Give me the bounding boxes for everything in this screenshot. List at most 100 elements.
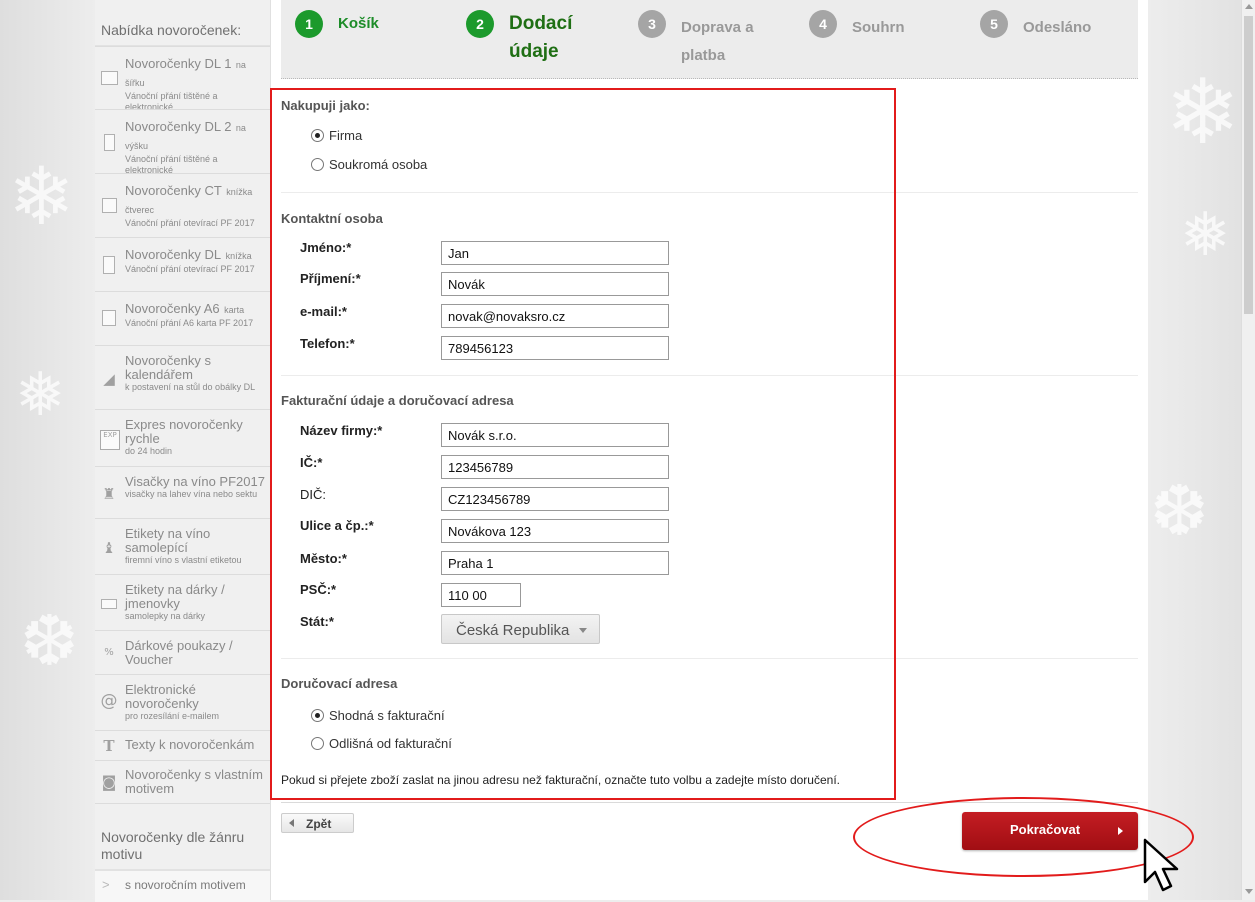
express-icon: EXP xyxy=(100,430,120,450)
radio-dot[interactable] xyxy=(311,158,324,171)
sidebar-item-a6[interactable]: Novoročenky A6 karta Vánoční přání A6 kar… xyxy=(95,291,270,346)
step-number: 4 xyxy=(809,10,837,38)
vertical-scrollbar[interactable] xyxy=(1241,0,1255,900)
city-label: Město:* xyxy=(300,551,347,566)
back-button-label: Zpět xyxy=(306,817,332,831)
delivery-note: Pokud si přejete zboží zaslat na jinou a… xyxy=(281,773,840,787)
sidebar-item-own-motive[interactable]: ◙ Novoročenky s vlastním motivem xyxy=(95,760,270,804)
radio-label: Soukromá osoba xyxy=(329,157,428,172)
street-field[interactable] xyxy=(441,519,669,543)
country-select[interactable]: Česká Republika xyxy=(441,614,600,644)
desk-calendar-icon: ◢ xyxy=(103,370,115,388)
sidebar-item-desc: k postavení na stůl do obálky DL xyxy=(125,382,256,392)
company-name-field[interactable] xyxy=(441,423,669,447)
company-name-label: Název firmy:* xyxy=(300,423,383,438)
sidebar-item-texts[interactable]: T Texty k novoročenkám xyxy=(95,730,270,761)
phone-label: Telefon:* xyxy=(300,336,355,351)
sidebar: Nabídka novoročenek: Novoročenky DL 1 na… xyxy=(95,0,271,902)
camera-icon: ◙ xyxy=(101,773,117,791)
wine-label-icon: ♝ xyxy=(102,539,116,557)
sidebar-item-label: Novoročenky DL 1 xyxy=(125,56,232,71)
sidebar-item-gift-labels[interactable]: Etikety na dárky / jmenovky samolepky na … xyxy=(95,574,270,631)
phone-field[interactable] xyxy=(441,336,669,360)
checkout-steps: 1 Košík 2 Dodací údaje 3 Doprava a platb… xyxy=(281,0,1138,79)
first-name-field[interactable] xyxy=(441,241,669,265)
sidebar-item-label: Expres novoročenky rychle xyxy=(125,417,243,446)
continue-button-label: Pokračovat xyxy=(1009,822,1081,837)
dic-label: DIČ: xyxy=(300,487,326,502)
back-button[interactable]: Zpět xyxy=(281,813,354,833)
radio-label: Odlišná od fakturační xyxy=(329,736,452,751)
sidebar-item-label: Visačky na víno PF2017 xyxy=(125,474,265,489)
sidebar-item-tag: karta xyxy=(224,305,245,315)
a6-card-icon xyxy=(100,310,118,328)
sidebar-item-wine-labels[interactable]: ♝ Etikety na víno samolepící firemní víno… xyxy=(95,518,270,575)
zip-field[interactable] xyxy=(441,583,521,607)
sidebar-item-label: Novoročenky CT xyxy=(125,183,222,198)
sidebar-item-label: Novoročenky DL xyxy=(125,247,222,262)
sidebar-item-label: s novoročním motivem xyxy=(125,878,246,892)
step-number: 1 xyxy=(295,10,323,38)
ico-field[interactable] xyxy=(441,455,669,479)
mouse-pointer-icon xyxy=(1143,838,1179,892)
sidebar-item-new-year-motive[interactable]: > s novoročním motivem xyxy=(95,869,270,902)
step-label: Souhrn xyxy=(852,19,905,36)
sidebar-item-dl-booklet[interactable]: Novoročenky DL knížka Vánoční přání oteví… xyxy=(95,237,270,292)
last-name-label: Příjmení:* xyxy=(300,271,361,286)
sidebar-item-voucher[interactable]: % Dárkové poukazy / Voucher xyxy=(95,630,270,675)
sidebar-item-label: Novoročenky DL 2 xyxy=(125,119,232,134)
sidebar-item-wine-tags[interactable]: ♜ Visačky na víno PF2017 visačky na lahev… xyxy=(95,466,270,519)
scroll-up-icon[interactable] xyxy=(1245,4,1253,9)
sidebar-item-desc: Vánoční přání otevírací PF 2017 xyxy=(125,264,255,274)
delivery-section-title: Doručovací adresa xyxy=(281,676,398,691)
chevron-right-icon: > xyxy=(102,877,110,892)
sidebar-item-desc: Vánoční přání otevírací PF 2017 xyxy=(125,218,255,228)
at-sign-icon: @ xyxy=(100,691,118,711)
square-booklet-icon xyxy=(100,198,118,216)
ico-label: IČ:* xyxy=(300,455,323,470)
sidebar-item-express[interactable]: EXP Expres novoročenky rychle do 24 hodin xyxy=(95,409,270,467)
arrow-right-icon xyxy=(1118,827,1123,835)
card-landscape-icon xyxy=(100,71,118,89)
sidebar-item-label: Novoročenky A6 xyxy=(125,301,220,316)
radio-label: Firma xyxy=(329,128,363,143)
sidebar-item-desc: Vánoční přání A6 karta PF 2017 xyxy=(125,318,254,328)
first-name-label: Jméno:* xyxy=(300,240,352,255)
scrollbar-thumb[interactable] xyxy=(1244,16,1253,314)
snowflake-decoration: ❆ xyxy=(1150,470,1209,552)
radio-dot[interactable] xyxy=(311,709,324,722)
section-divider xyxy=(281,375,1138,376)
sidebar-item-desc: do 24 hodin xyxy=(125,446,173,456)
sidebar-item-label: Novoročenky s vlastním motivem xyxy=(125,767,263,796)
sidebar-item-electronic[interactable]: @ Elektronické novoročenky pro rozesílání… xyxy=(95,674,270,731)
sidebar-item-desc: firemní víno s vlastní etiketou xyxy=(125,555,242,565)
country-label: Stát:* xyxy=(300,614,334,629)
zip-label: PSČ:* xyxy=(300,582,337,597)
sidebar-item-dl2[interactable]: Novoročenky DL 2 na výšku Vánoční přání t… xyxy=(95,109,270,175)
sidebar-item-calendar[interactable]: ◢ Novoročenky s kalendářem k postavení na… xyxy=(95,345,270,410)
dic-field[interactable] xyxy=(441,487,669,511)
radio-dot[interactable] xyxy=(311,129,324,142)
sidebar-item-tag: knížka xyxy=(225,251,252,261)
step-label: Košík xyxy=(338,15,379,32)
sidebar-title: Nabídka novoročenek: xyxy=(95,0,270,47)
sidebar-section-title: Novoročenky dle žánru motivu xyxy=(101,829,245,862)
continue-button[interactable]: Pokračovat xyxy=(962,812,1138,850)
street-label: Ulice a čp.:* xyxy=(300,518,374,533)
sidebar-item-label: Etikety na dárky / jmenovky xyxy=(125,582,225,611)
sidebar-item-dl1[interactable]: Novoročenky DL 1 na šířku Vánoční přání t… xyxy=(95,46,270,112)
dl-booklet-icon xyxy=(100,256,118,274)
section-divider xyxy=(281,192,1138,193)
snowflake-decoration: ❆ xyxy=(20,600,79,682)
last-name-field[interactable] xyxy=(441,272,669,296)
step-number: 5 xyxy=(980,10,1008,38)
sidebar-item-ct[interactable]: Novoročenky CT knížka čtverec Vánoční přá… xyxy=(95,173,270,238)
city-field[interactable] xyxy=(441,551,669,575)
contact-section-title: Kontaktní osoba xyxy=(281,211,383,226)
wine-tag-icon: ♜ xyxy=(102,485,116,503)
voucher-icon: % xyxy=(104,647,114,658)
email-field[interactable] xyxy=(441,304,669,328)
buyer-type-title: Nakupuji jako: xyxy=(281,98,370,113)
scroll-down-icon[interactable] xyxy=(1245,889,1253,894)
radio-dot[interactable] xyxy=(311,737,324,750)
